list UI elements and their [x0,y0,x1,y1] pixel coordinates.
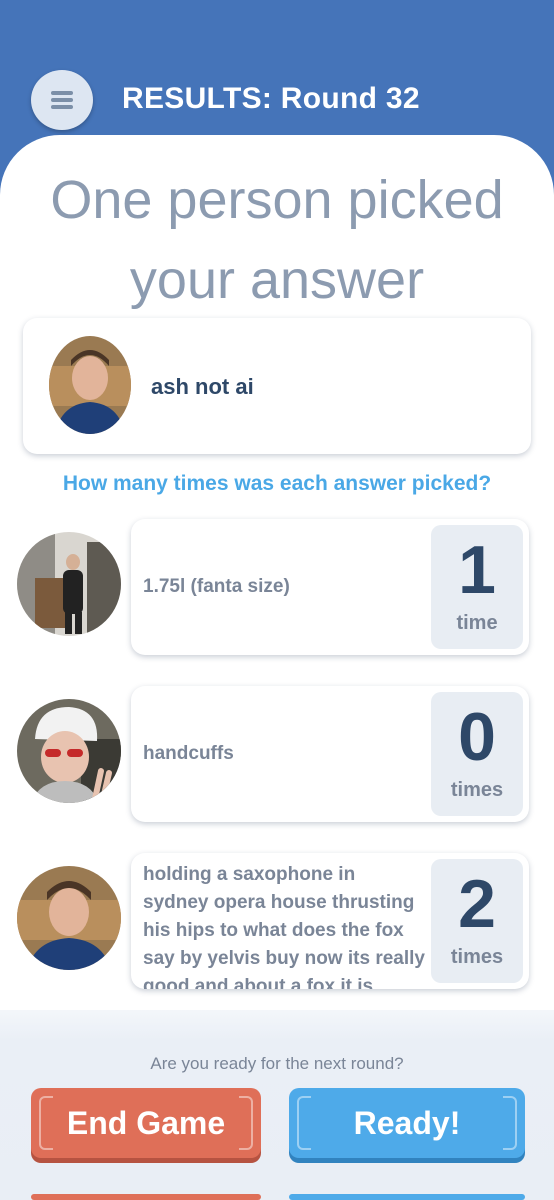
ready-button[interactable]: Ready! [289,1088,525,1158]
answer-avatar [17,532,121,636]
pick-count: 1 time [431,525,523,649]
answers-question: How many times was each answer picked? [62,472,492,495]
pick-count: 0 times [431,692,523,816]
end-game-button[interactable]: End Game [31,1088,261,1158]
answer-text: handcuffs [143,743,234,764]
picker-name: ash not ai [151,374,254,399]
answer-card: handcuffs 0 times [131,686,529,822]
menu-icon [51,91,73,109]
picker-card: ash not ai [23,318,531,454]
pick-count-unit: times [450,779,504,801]
pick-count-number: 0 [458,699,496,775]
picker-avatar [49,336,131,434]
answer-avatar [17,699,121,803]
ready-prompt: Are you ready for the next round? [150,1054,404,1073]
result-headline: One person picked your answer [50,170,504,310]
answer-card: holding a saxophone in sydney opera hous… [131,853,529,989]
pick-count-number: 2 [458,866,496,942]
pick-count: 2 times [431,859,523,983]
answer-text: 1.75l (fanta size) [143,576,290,597]
ready-button-reflection [289,1194,525,1200]
pick-count-number: 1 [458,532,496,608]
answer-avatar [17,866,121,970]
page-title: RESULTS: Round 32 [122,82,420,115]
end-game-button-reflection [31,1194,261,1200]
answer-text: holding a saxophone in sydney opera hous… [143,864,425,989]
pick-count-unit: time [456,612,498,634]
pick-count-unit: times [450,946,504,968]
answer-card: 1.75l (fanta size) 1 time [131,519,529,655]
menu-button[interactable] [31,70,93,130]
